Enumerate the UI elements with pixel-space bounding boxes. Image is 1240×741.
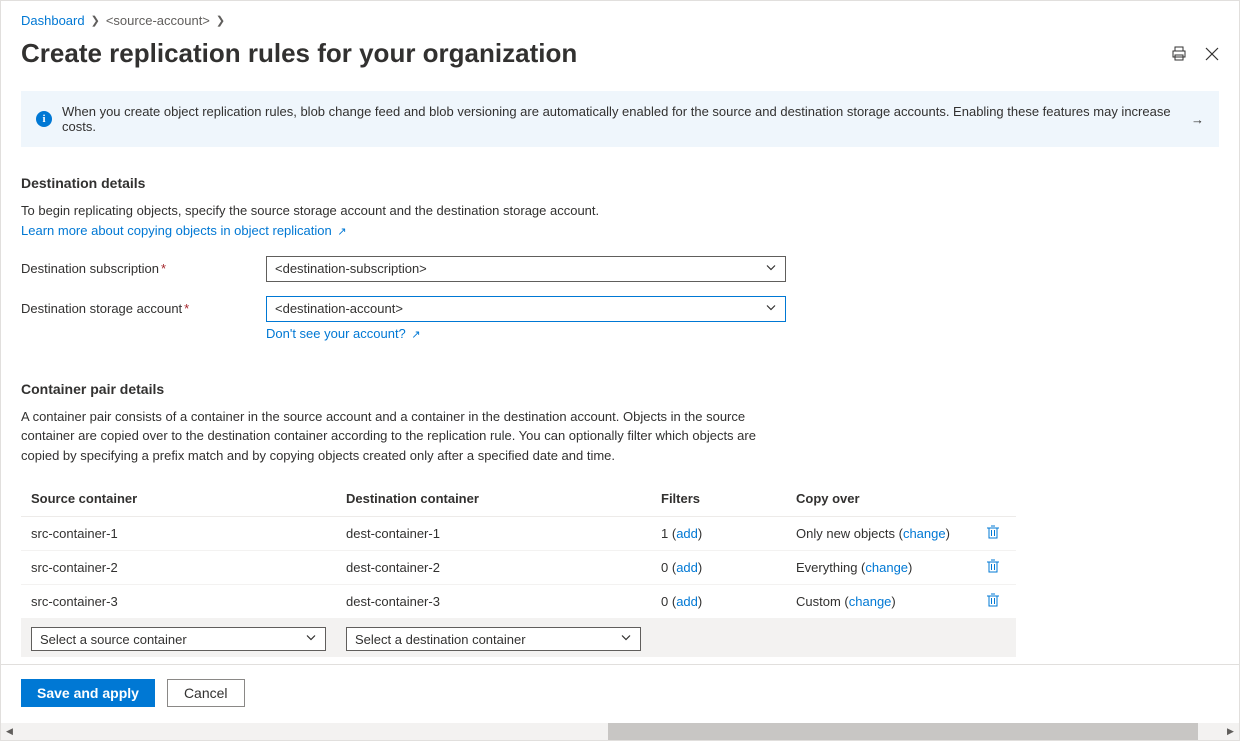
col-dest: Destination container xyxy=(336,483,651,517)
source-container-cell: src-container-1 xyxy=(21,517,336,551)
chevron-right-icon: ❯ xyxy=(216,14,225,27)
col-copy: Copy over xyxy=(786,483,976,517)
col-filters: Filters xyxy=(651,483,786,517)
change-copy-link[interactable]: change xyxy=(849,594,892,609)
destination-account-label: Destination storage account* xyxy=(21,296,266,316)
source-container-cell: src-container-2 xyxy=(21,551,336,585)
cancel-button[interactable]: Cancel xyxy=(167,679,245,707)
chevron-down-icon xyxy=(305,632,317,647)
delete-icon[interactable] xyxy=(986,593,1000,607)
scroll-left-icon[interactable]: ◀ xyxy=(1,723,18,740)
copy-over-cell: Everything (change) xyxy=(786,551,976,585)
close-icon[interactable] xyxy=(1205,47,1219,61)
scroll-right-icon[interactable]: ▶ xyxy=(1222,723,1239,740)
breadcrumb-current: <source-account> xyxy=(106,13,210,28)
chevron-right-icon: ❯ xyxy=(91,14,100,27)
container-pair-heading: Container pair details xyxy=(21,381,1219,397)
dest-container-cell: dest-container-3 xyxy=(336,585,651,619)
delete-icon[interactable] xyxy=(986,525,1000,539)
dest-container-cell: dest-container-2 xyxy=(336,551,651,585)
change-copy-link[interactable]: change xyxy=(903,526,946,541)
external-link-icon: ↗ xyxy=(411,329,420,341)
dont-see-account-link[interactable]: Don't see your account? ↗ xyxy=(266,326,421,341)
table-row: src-container-3 dest-container-3 0 (add)… xyxy=(21,585,1016,619)
arrow-right-icon: → xyxy=(1191,112,1204,127)
destination-details-heading: Destination details xyxy=(21,175,1219,191)
col-source: Source container xyxy=(21,483,336,517)
info-banner[interactable]: i When you create object replication rul… xyxy=(21,91,1219,147)
filters-cell: 0 (add) xyxy=(651,585,786,619)
chevron-down-icon xyxy=(765,261,777,276)
info-icon: i xyxy=(36,111,52,127)
filters-cell: 0 (add) xyxy=(651,551,786,585)
breadcrumb: Dashboard ❯ <source-account> ❯ xyxy=(21,13,1219,28)
delete-icon[interactable] xyxy=(986,559,1000,573)
breadcrumb-dashboard-link[interactable]: Dashboard xyxy=(21,13,85,28)
learn-more-link[interactable]: Learn more about copying objects in obje… xyxy=(21,223,347,238)
container-pair-description: A container pair consists of a container… xyxy=(21,407,781,466)
page-title: Create replication rules for your organi… xyxy=(21,38,577,69)
save-button[interactable]: Save and apply xyxy=(21,679,155,707)
chevron-down-icon xyxy=(620,632,632,647)
add-filter-link[interactable]: add xyxy=(676,526,698,541)
add-filter-link[interactable]: add xyxy=(676,594,698,609)
add-filter-link[interactable]: add xyxy=(676,560,698,575)
destination-subscription-select[interactable]: <destination-subscription> xyxy=(266,256,786,282)
filters-cell: 1 (add) xyxy=(651,517,786,551)
select-source-container[interactable]: Select a source container xyxy=(31,627,326,651)
horizontal-scrollbar[interactable]: ◀ ▶ xyxy=(1,723,1239,740)
container-pairs-table: Source container Destination container F… xyxy=(21,483,1016,657)
info-text: When you create object replication rules… xyxy=(62,104,1181,134)
print-icon[interactable] xyxy=(1171,46,1187,62)
destination-subscription-label: Destination subscription* xyxy=(21,256,266,276)
destination-account-select[interactable]: <destination-account> xyxy=(266,296,786,322)
copy-over-cell: Custom (change) xyxy=(786,585,976,619)
change-copy-link[interactable]: change xyxy=(865,560,908,575)
dest-container-cell: dest-container-1 xyxy=(336,517,651,551)
add-pair-row: Select a source container Select a desti… xyxy=(21,619,1016,658)
scrollbar-thumb[interactable] xyxy=(608,723,1198,740)
source-container-cell: src-container-3 xyxy=(21,585,336,619)
footer-actions: Save and apply Cancel xyxy=(1,664,1239,721)
table-row: src-container-2 dest-container-2 0 (add)… xyxy=(21,551,1016,585)
table-row: src-container-1 dest-container-1 1 (add)… xyxy=(21,517,1016,551)
copy-over-cell: Only new objects (change) xyxy=(786,517,976,551)
external-link-icon: ↗ xyxy=(337,226,346,238)
select-destination-container[interactable]: Select a destination container xyxy=(346,627,641,651)
destination-description: To begin replicating objects, specify th… xyxy=(21,201,1021,221)
chevron-down-icon xyxy=(765,301,777,316)
